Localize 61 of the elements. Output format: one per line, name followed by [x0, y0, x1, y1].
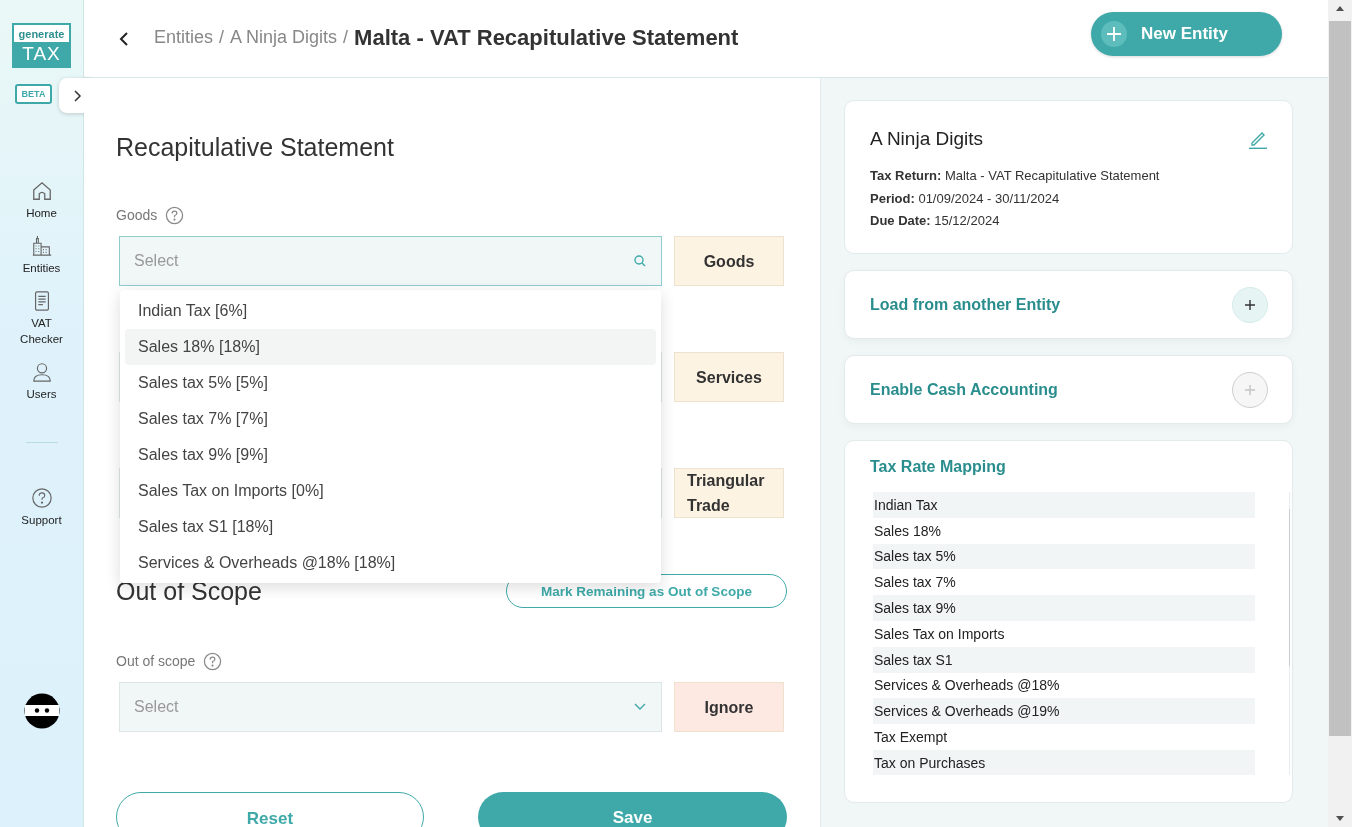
entity-detail: Due Date: 15/12/2024 [870, 212, 1001, 230]
page-scrollbar-thumb[interactable] [1329, 21, 1351, 736]
category-tag: Services [674, 352, 784, 402]
entity-name: A Ninja Digits [870, 128, 983, 150]
option-title: Load from another Entity [870, 295, 1061, 314]
plus-icon [1244, 383, 1256, 396]
chevron-down-icon [633, 702, 647, 712]
plus-icon [1244, 298, 1256, 311]
help-icon[interactable] [165, 205, 185, 225]
field-label: Goods [116, 207, 158, 223]
category-tag: Triangular Trade [674, 468, 784, 518]
nav-item[interactable]: Support [6, 487, 77, 528]
help-icon[interactable] [203, 651, 223, 671]
dropdown-option[interactable]: Sales tax 5% [5%] [125, 365, 656, 401]
tax-rate-item[interactable]: Tax on Purchases [873, 749, 1255, 775]
category-tag: Ignore [674, 682, 784, 732]
nav-item[interactable]: Home [6, 180, 77, 221]
list-scrollbar[interactable] [1289, 492, 1290, 775]
chevron-left-icon [118, 30, 130, 47]
breadcrumb-separator: / [219, 27, 225, 48]
dropdown-option[interactable]: Sales 18% [18%] [125, 329, 656, 365]
tax-rate-item[interactable]: Sales 18% [873, 517, 1255, 544]
home-icon [30, 180, 53, 202]
tax-rate-item[interactable]: Sales Tax on Imports [873, 621, 1255, 647]
tax-rate-item[interactable]: Sales tax 7% [873, 569, 1255, 596]
dropdown-option[interactable]: Sales tax 9% [9%] [125, 437, 656, 473]
dropdown-option[interactable]: Sales tax 7% [7%] [125, 401, 656, 437]
add-button[interactable] [1232, 286, 1268, 323]
card-title: Tax Rate Mapping [870, 458, 1007, 476]
nav-item[interactable]: Users [6, 361, 77, 402]
tax-rate-item[interactable]: Indian Tax [873, 492, 1255, 518]
tax-rate-item[interactable]: Sales tax S1 [873, 646, 1255, 673]
tax-rate-item[interactable]: Services & Overheads @18% [873, 672, 1255, 699]
user-icon [30, 361, 53, 383]
tax-rate-item[interactable]: Services & Overheads @19% [873, 698, 1255, 725]
nav-item[interactable]: Entities [6, 235, 77, 276]
dropdown-option[interactable]: Indian Tax [6%] [125, 293, 656, 329]
buildings-icon [30, 235, 53, 257]
breadcrumb-link[interactable]: Entities [154, 27, 214, 48]
entity-detail: Period: 01/09/2024 - 30/11/2024 [870, 189, 1061, 208]
breadcrumb-link[interactable]: A Ninja Digits [230, 27, 338, 48]
beta-badge: BETA [14, 84, 53, 104]
breadcrumb-separator: / [343, 27, 349, 48]
ninja-avatar-icon[interactable] [24, 693, 60, 729]
page-title: Malta - VAT Recapitulative Statement [354, 24, 739, 51]
field-label: Out of scope [116, 653, 196, 669]
entity-detail: Tax Return: Malta - VAT Recapitulative Statement [870, 167, 1161, 185]
tax-rate-item[interactable]: Sales tax 9% [873, 595, 1255, 621]
tax-rate-item[interactable]: Sales tax 5% [873, 543, 1255, 570]
nav-item[interactable]: VAT Checker [6, 290, 77, 347]
section-title: Recapitulative Statement [116, 133, 395, 162]
app-logo: generate TAX [12, 23, 71, 68]
search-icon [633, 254, 647, 268]
option-title: Enable Cash Accounting [870, 380, 1058, 399]
dropdown-option[interactable]: Sales tax S1 [18%] [125, 509, 656, 545]
tax-rate-item[interactable]: Tax Exempt [873, 724, 1255, 750]
dropdown-option[interactable]: Sales Tax on Imports [0%] [125, 473, 656, 509]
category-tag: Goods [674, 236, 784, 286]
plus-icon [1101, 20, 1127, 47]
help-icon [30, 487, 53, 509]
chevron-right-icon [71, 89, 82, 102]
